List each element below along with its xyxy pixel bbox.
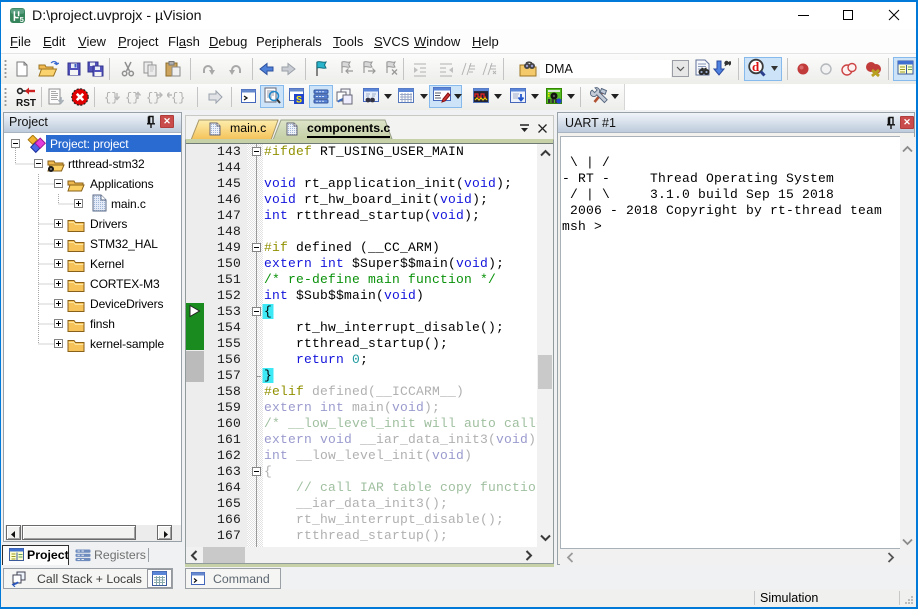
svg-text:{}: {} [171, 91, 184, 105]
svg-text:S: S [296, 95, 302, 105]
svg-text:{}: {} [146, 91, 160, 105]
svg-text:RST: RST [16, 98, 36, 108]
svg-text:d: d [752, 59, 760, 74]
svg-text:5: 5 [20, 15, 24, 23]
